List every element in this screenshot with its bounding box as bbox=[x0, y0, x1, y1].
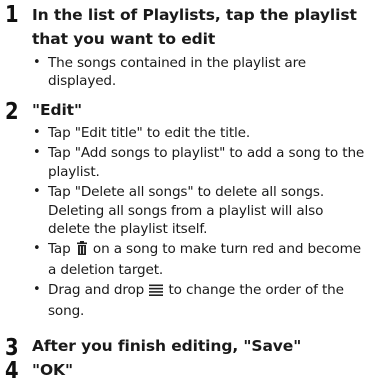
step-heading: After you finish editing, "Save" bbox=[32, 337, 302, 355]
step-number: 2 bbox=[5, 99, 19, 125]
step-heading: "OK" bbox=[32, 361, 73, 379]
bullet-item: Tap on a song to make turn red and becom… bbox=[0, 240, 369, 279]
step-number: 4 bbox=[5, 358, 19, 384]
step-heading: "Edit" bbox=[32, 101, 82, 119]
step-bullets: The songs contained in the playlist are … bbox=[0, 54, 369, 93]
step-bullets: Tap "Edit title" to edit the title. Tap … bbox=[0, 124, 369, 322]
step-heading: In the list of Playlists, tap the playli… bbox=[32, 6, 357, 48]
trash-icon bbox=[76, 241, 88, 260]
step-number: 3 bbox=[5, 335, 19, 361]
bullet-text-before: Drag and drop bbox=[48, 282, 149, 299]
bullet-item: Tap "Add songs to playlist" to add a son… bbox=[0, 144, 369, 181]
bullet-item: The songs contained in the playlist are … bbox=[0, 54, 369, 91]
bullet-item: Tap "Edit title" to edit the title. bbox=[0, 124, 369, 143]
step-number: 1 bbox=[5, 2, 19, 28]
bullet-text-before: Tap bbox=[48, 241, 75, 258]
bullet-text-after: on a song to make turn red and become a … bbox=[48, 241, 361, 278]
bullet-item: Tap "Delete all songs" to delete all son… bbox=[0, 183, 369, 238]
drag-handle-icon bbox=[149, 283, 164, 301]
bullet-item: Drag and drop to change the order of the… bbox=[0, 281, 369, 320]
